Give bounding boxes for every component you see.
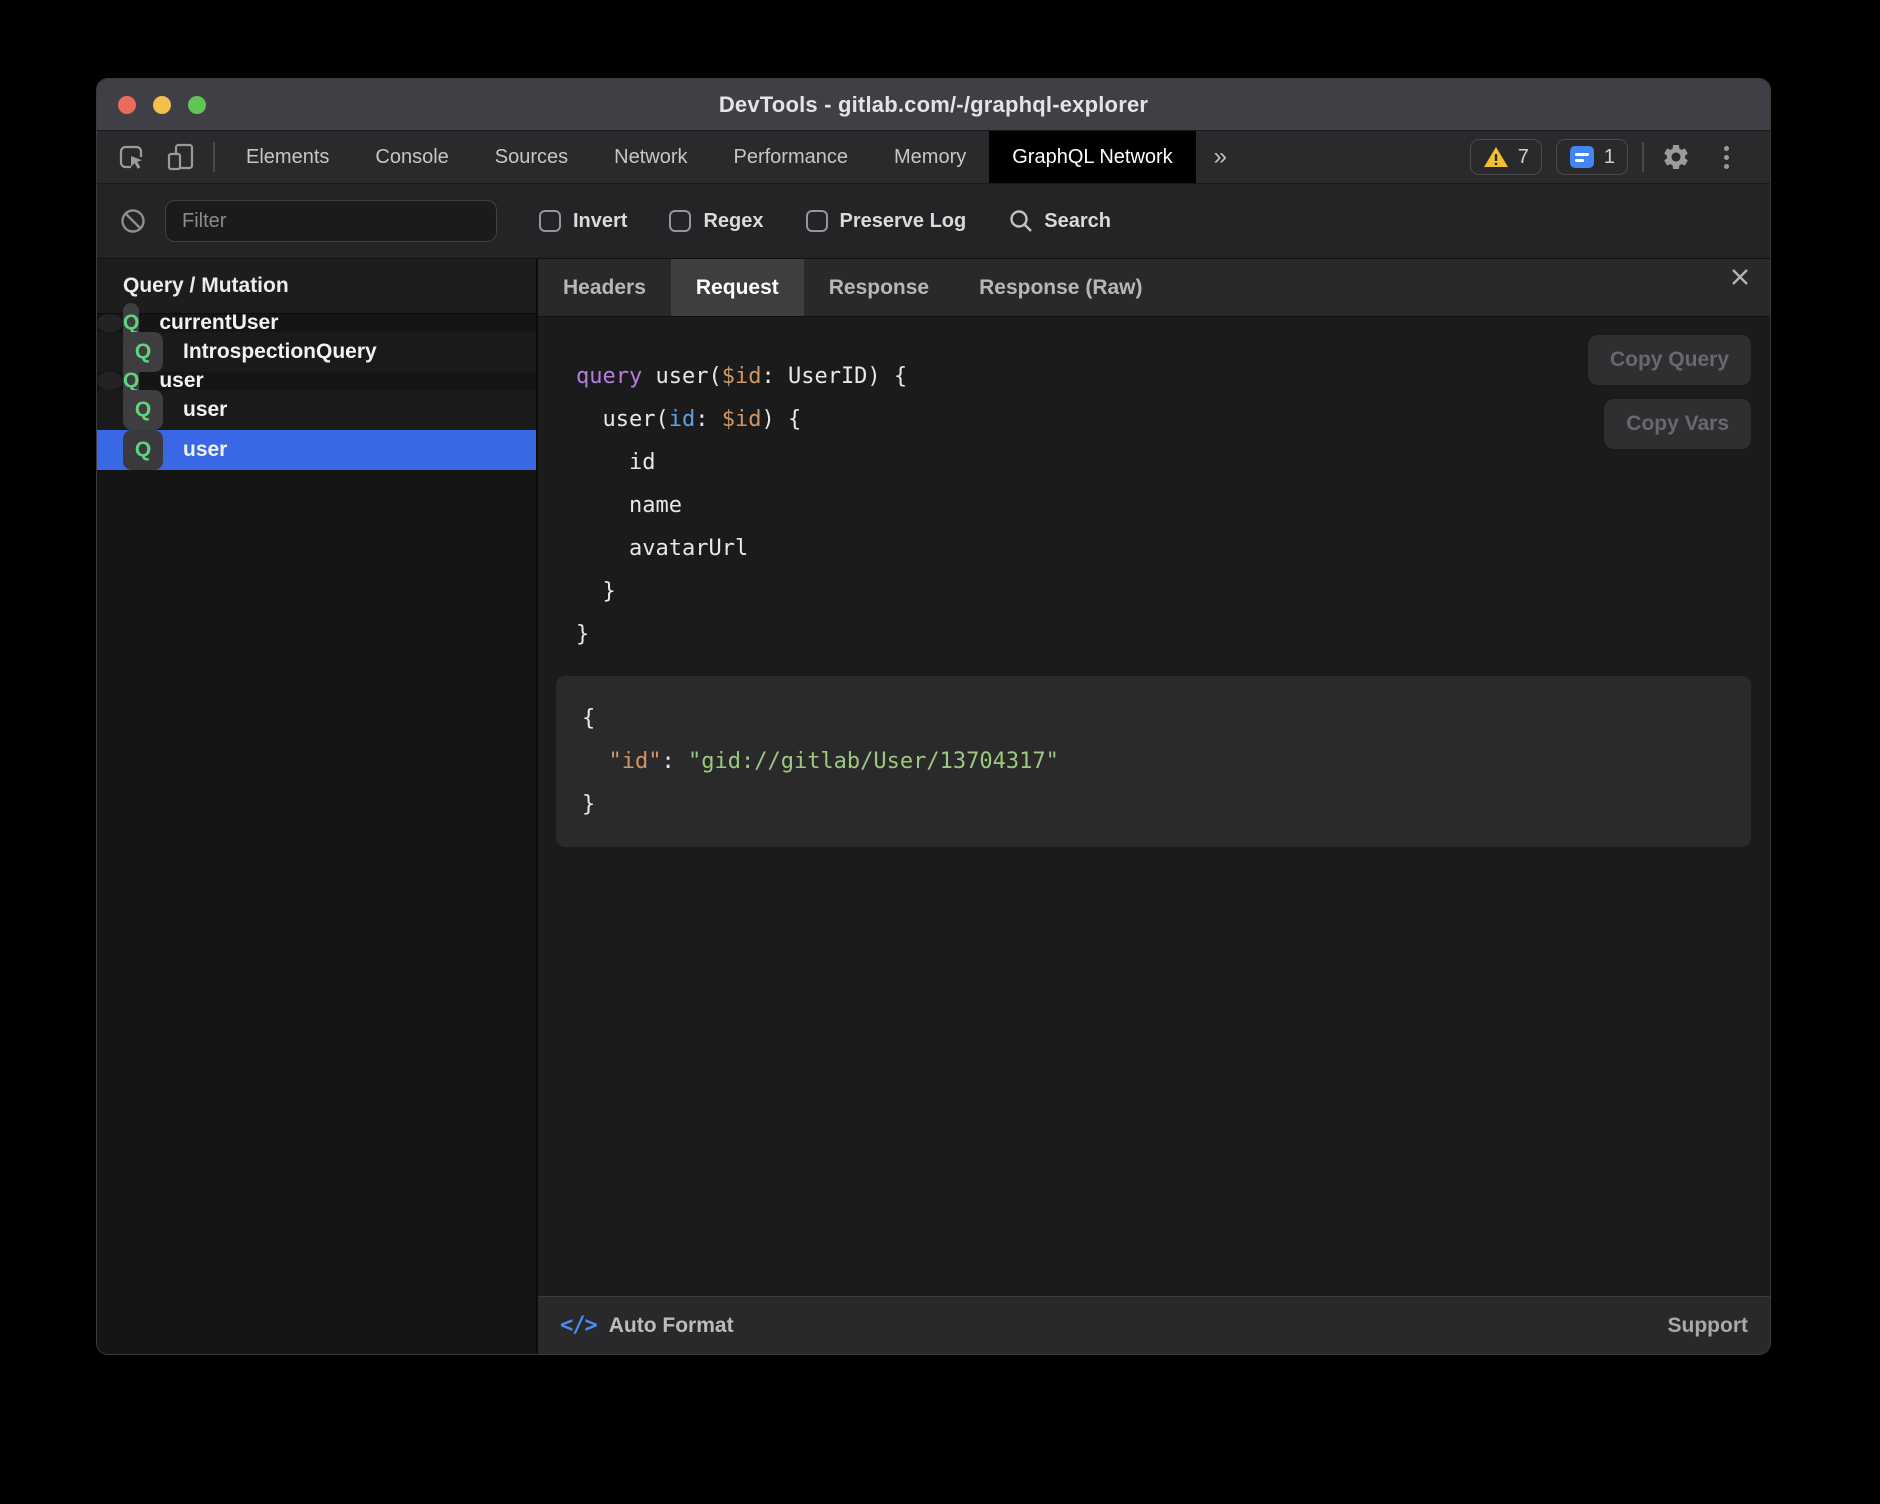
query-list-item-label: IntrospectionQuery (183, 340, 377, 364)
query-type-badge: Q (123, 430, 163, 470)
devtools-toolbar: ElementsConsoleSourcesNetworkPerformance… (97, 131, 1770, 184)
checkbox-box[interactable] (806, 210, 828, 232)
search-icon (1008, 208, 1034, 234)
title-bar: DevTools - gitlab.com/-/graphql-explorer (97, 79, 1770, 131)
query-list-item-user-4[interactable]: Quser (97, 430, 536, 470)
query-list-item-label: user (183, 398, 227, 422)
query-list-item-user-3[interactable]: Quser (97, 390, 536, 430)
warning-count: 7 (1518, 146, 1529, 169)
main-content: Query / Mutation QcurrentUserQIntrospect… (97, 259, 1770, 1354)
query-list: QcurrentUserQIntrospectionQueryQuserQuse… (97, 314, 536, 470)
devtools-tab-sources[interactable]: Sources (472, 131, 591, 183)
copy-vars-button[interactable]: Copy Vars (1604, 399, 1751, 449)
devtools-tab-graphql-network[interactable]: GraphQL Network (989, 131, 1195, 183)
filter-input[interactable] (165, 200, 497, 242)
window-title: DevTools - gitlab.com/-/graphql-explorer (97, 92, 1770, 118)
inspect-element-icon[interactable] (113, 139, 149, 175)
devtools-tab-elements[interactable]: Elements (223, 131, 352, 183)
minimize-window-button[interactable] (153, 96, 171, 114)
toolbar-divider (213, 142, 215, 172)
auto-format-label: Auto Format (609, 1314, 734, 1338)
sidebar-header: Query / Mutation (97, 259, 536, 314)
warnings-badge[interactable]: 7 (1470, 139, 1542, 175)
auto-format-button[interactable]: </> Auto Format (560, 1313, 734, 1338)
panel-tab-headers[interactable]: Headers (538, 259, 671, 316)
checkbox-label: Regex (703, 210, 763, 233)
issues-badge[interactable]: 1 (1556, 139, 1628, 175)
maximize-window-button[interactable] (188, 96, 206, 114)
devtools-tab-console[interactable]: Console (352, 131, 471, 183)
query-list-item-introspectionquery-1[interactable]: QIntrospectionQuery (97, 332, 536, 372)
query-list-item-label: user (159, 369, 203, 393)
device-toolbar-icon[interactable] (163, 139, 199, 175)
query-list-item-label: user (183, 438, 227, 462)
devtools-tab-strip: ElementsConsoleSourcesNetworkPerformance… (223, 131, 1196, 183)
checkbox-label: Invert (573, 210, 627, 233)
checkbox-label: Preserve Log (840, 210, 967, 233)
close-panel-icon[interactable] (1710, 259, 1770, 295)
support-link[interactable]: Support (1668, 1314, 1748, 1338)
query-list-item-user-2[interactable]: Quser (97, 372, 123, 390)
checkbox-invert[interactable]: Invert (539, 210, 627, 233)
warning-icon (1483, 145, 1509, 169)
panel-tab-strip: HeadersRequestResponseResponse (Raw) (538, 259, 1168, 316)
graphql-variables-box: { "id": "gid://gitlab/User/13704317"} (556, 676, 1751, 847)
more-tabs-chevron-icon[interactable]: » (1196, 131, 1245, 183)
devtools-tab-performance[interactable]: Performance (711, 131, 872, 183)
traffic-lights (118, 96, 206, 114)
panel-footer: </> Auto Format Support (538, 1296, 1770, 1354)
query-type-badge: Q (123, 390, 163, 430)
search-label: Search (1044, 210, 1111, 233)
request-view: query user($id: UserID) { user(id: $id) … (538, 317, 1770, 1296)
settings-gear-icon[interactable] (1658, 139, 1694, 175)
filter-checkboxes: Invert Regex Preserve Log (497, 210, 966, 233)
devtools-window: DevTools - gitlab.com/-/graphql-explorer… (96, 78, 1771, 1355)
panel-tab-response[interactable]: Response (804, 259, 954, 316)
panel-tab-bar: HeadersRequestResponseResponse (Raw) (538, 259, 1770, 317)
copy-query-button[interactable]: Copy Query (1588, 335, 1751, 385)
search-control[interactable]: Search (1008, 208, 1111, 234)
devtools-tab-memory[interactable]: Memory (871, 131, 989, 183)
checkbox-box[interactable] (669, 210, 691, 232)
clear-block-icon[interactable] (115, 203, 151, 239)
kebab-menu-icon[interactable] (1708, 139, 1744, 175)
checkbox-preserve-log[interactable]: Preserve Log (806, 210, 967, 233)
devtools-tab-network[interactable]: Network (591, 131, 710, 183)
query-sidebar: Query / Mutation QcurrentUserQIntrospect… (97, 259, 538, 1354)
code-brackets-icon: </> (560, 1313, 597, 1338)
detail-panel: HeadersRequestResponseResponse (Raw) que… (538, 259, 1770, 1354)
checkbox-regex[interactable]: Regex (669, 210, 763, 233)
filter-bar: Invert Regex Preserve Log Search (97, 184, 1770, 259)
query-list-item-label: currentUser (159, 311, 278, 335)
message-icon (1569, 144, 1595, 170)
query-list-item-currentuser-0[interactable]: QcurrentUser (97, 314, 123, 332)
toolbar-divider (1642, 142, 1644, 172)
panel-tab-response-raw[interactable]: Response (Raw) (954, 259, 1167, 316)
panel-tab-request[interactable]: Request (671, 259, 804, 316)
issues-count: 1 (1604, 146, 1615, 169)
checkbox-box[interactable] (539, 210, 561, 232)
close-window-button[interactable] (118, 96, 136, 114)
graphql-query-code: query user($id: UserID) { user(id: $id) … (538, 317, 1770, 656)
